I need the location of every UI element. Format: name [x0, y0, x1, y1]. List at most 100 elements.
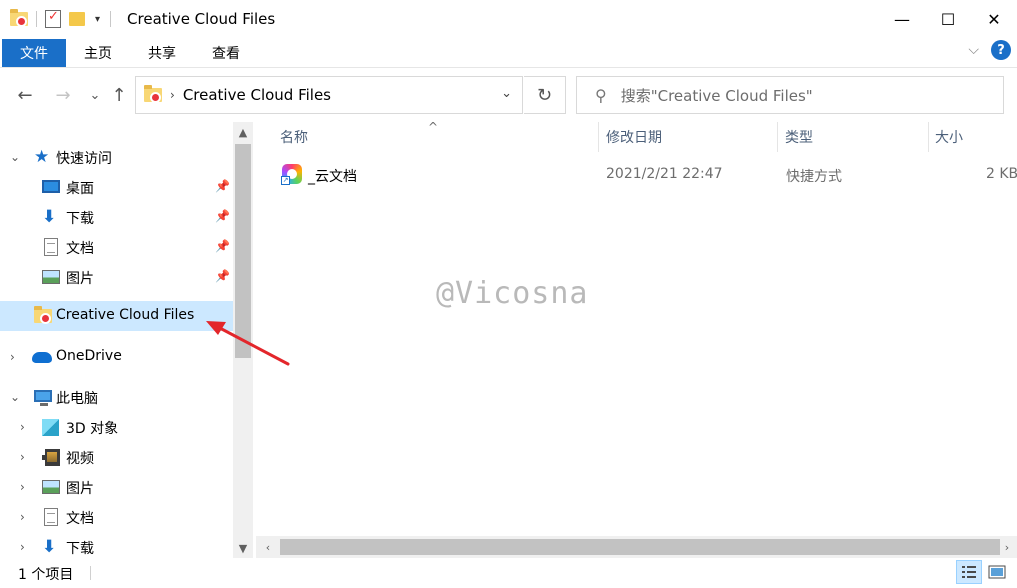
- nav-item-label: 此电脑: [56, 391, 98, 407]
- column-header-type[interactable]: 类型: [785, 122, 813, 152]
- status-divider: [90, 566, 91, 580]
- sort-ascending-icon: ^: [428, 122, 439, 134]
- collapsed-chevron-icon[interactable]: ›: [10, 350, 15, 364]
- close-button[interactable]: ✕: [971, 0, 1017, 38]
- quick-access-toolbar: ▾: [0, 0, 119, 38]
- details-view-icon: [962, 566, 976, 578]
- tab-view[interactable]: 查看: [194, 39, 258, 67]
- scroll-up-icon[interactable]: ▲: [233, 122, 253, 142]
- breadcrumb-chevron-icon[interactable]: ›: [170, 88, 175, 102]
- scrollbar-thumb[interactable]: [280, 539, 1000, 555]
- 3d-objects-icon: [42, 418, 60, 436]
- column-header-modified[interactable]: 修改日期: [606, 122, 662, 152]
- large-icons-view-icon: [988, 565, 1006, 579]
- nav-item-label: 图片: [66, 271, 94, 287]
- nav-item-desktop[interactable]: 桌面 📌: [0, 172, 233, 202]
- maximize-button[interactable]: ☐: [925, 0, 971, 38]
- download-icon: ⬇: [42, 537, 57, 557]
- nav-item-pc-pictures[interactable]: › 图片: [0, 472, 233, 502]
- nav-item-videos[interactable]: › 视频: [0, 442, 233, 472]
- creative-cloud-folder-icon[interactable]: [10, 9, 28, 28]
- window-controls: — ☐ ✕: [879, 0, 1017, 38]
- nav-item-pictures[interactable]: 图片 📌: [0, 262, 233, 292]
- collapsed-chevron-icon[interactable]: ›: [20, 420, 25, 434]
- pin-icon[interactable]: 📌: [215, 269, 230, 283]
- collapsed-chevron-icon[interactable]: ›: [20, 480, 25, 494]
- nav-item-onedrive[interactable]: › OneDrive: [0, 342, 233, 372]
- file-row[interactable]: ↗ _云文档 2021/2/21 22:47 快捷方式 2 KB: [256, 160, 1017, 190]
- breadcrumb-current[interactable]: Creative Cloud Files: [183, 86, 331, 104]
- tab-home[interactable]: 主页: [66, 39, 130, 67]
- pin-icon[interactable]: 📌: [215, 179, 230, 193]
- search-box[interactable]: ⚲ 搜索"Creative Cloud Files": [576, 76, 1004, 114]
- file-type: 快捷方式: [786, 169, 842, 185]
- file-list-horizontal-scrollbar[interactable]: ‹ ›: [256, 536, 1017, 558]
- nav-item-this-pc[interactable]: ⌄ 此电脑: [0, 382, 233, 412]
- desktop-icon: [42, 178, 60, 196]
- scroll-down-icon[interactable]: ▼: [233, 538, 253, 558]
- expand-chevron-icon[interactable]: ⌄: [10, 150, 20, 164]
- computer-icon: [34, 388, 52, 406]
- nav-item-label: 桌面: [66, 181, 94, 197]
- back-button[interactable]: ←: [14, 84, 36, 106]
- details-view-button[interactable]: [956, 560, 982, 584]
- file-size: 2 KB: [986, 166, 1017, 182]
- toolbar-divider: [36, 11, 37, 27]
- minimize-button[interactable]: —: [879, 0, 925, 38]
- navigation-pane-scrollbar[interactable]: ▲ ▼: [233, 122, 253, 558]
- recent-locations-button[interactable]: ⌄: [84, 84, 106, 106]
- nav-item-label: 文档: [66, 511, 94, 527]
- nav-item-documents[interactable]: 文档 📌: [0, 232, 233, 262]
- pin-icon[interactable]: 📌: [215, 239, 230, 253]
- watermark: @Vicosna: [436, 276, 589, 311]
- address-history-dropdown-icon[interactable]: ⌄: [501, 86, 512, 101]
- nav-item-downloads[interactable]: ⬇ 下载 📌: [0, 202, 233, 232]
- creative-cloud-folder-icon: [144, 85, 162, 104]
- tab-file[interactable]: 文件: [2, 38, 66, 67]
- status-bar: 1 个项目: [0, 558, 1017, 588]
- download-icon: ⬇: [42, 207, 57, 227]
- address-bar[interactable]: › Creative Cloud Files ⌄: [135, 76, 523, 114]
- collapsed-chevron-icon[interactable]: ›: [20, 450, 25, 464]
- navigation-pane: ⌄ ★ 快速访问 桌面 📌 ⬇ 下载 📌 文档 📌 图片 📌 Creative …: [0, 122, 256, 558]
- ribbon-tab-bar: 文件 主页 共享 查看 ⌵ ?: [0, 38, 1017, 68]
- nav-item-label: 视频: [66, 451, 94, 467]
- pictures-icon: [42, 478, 60, 496]
- expand-chevron-icon[interactable]: ⌄: [10, 390, 20, 404]
- column-header-size[interactable]: 大小: [935, 122, 963, 152]
- scrollbar-thumb[interactable]: [235, 144, 251, 358]
- column-divider[interactable]: [598, 122, 599, 152]
- nav-item-label: OneDrive: [56, 348, 122, 364]
- scroll-left-icon[interactable]: ‹: [258, 536, 278, 558]
- scroll-right-icon[interactable]: ›: [997, 536, 1017, 558]
- nav-quick-access[interactable]: ⌄ ★ 快速访问: [0, 142, 233, 172]
- window-title: Creative Cloud Files: [127, 10, 276, 28]
- pin-icon[interactable]: 📌: [215, 209, 230, 223]
- tab-share[interactable]: 共享: [130, 39, 194, 67]
- column-header-name[interactable]: 名称: [280, 122, 308, 152]
- search-icon: ⚲: [595, 85, 607, 105]
- help-icon[interactable]: ?: [991, 40, 1011, 60]
- refresh-button[interactable]: ↻: [524, 76, 566, 114]
- large-icons-view-button[interactable]: [984, 560, 1010, 584]
- pictures-icon: [42, 268, 60, 286]
- nav-item-3d-objects[interactable]: › 3D 对象: [0, 412, 233, 442]
- properties-check-icon[interactable]: [45, 9, 63, 28]
- expand-ribbon-chevron-icon[interactable]: ⌵: [968, 42, 979, 58]
- file-list: ^ 名称 修改日期 类型 大小 ↗ _云文档 2021/2/21 22:47 快…: [256, 122, 1017, 536]
- nav-item-creative-cloud-files[interactable]: Creative Cloud Files: [0, 301, 233, 331]
- up-button[interactable]: ↑: [108, 84, 130, 106]
- file-modified: 2021/2/21 22:47: [606, 166, 723, 182]
- nav-item-label: 3D 对象: [66, 421, 119, 437]
- creative-cloud-folder-icon: [34, 306, 52, 325]
- collapsed-chevron-icon[interactable]: ›: [20, 510, 25, 524]
- column-divider[interactable]: [928, 122, 929, 152]
- collapsed-chevron-icon[interactable]: ›: [20, 540, 25, 554]
- customize-qat-chevron-icon[interactable]: ▾: [95, 14, 100, 25]
- nav-item-pc-documents[interactable]: › 文档: [0, 502, 233, 532]
- forward-button[interactable]: →: [52, 84, 74, 106]
- nav-item-label: 文档: [66, 241, 94, 257]
- column-divider[interactable]: [777, 122, 778, 152]
- new-folder-icon[interactable]: [69, 10, 87, 28]
- nav-item-pc-downloads[interactable]: › ⬇ 下载: [0, 532, 233, 558]
